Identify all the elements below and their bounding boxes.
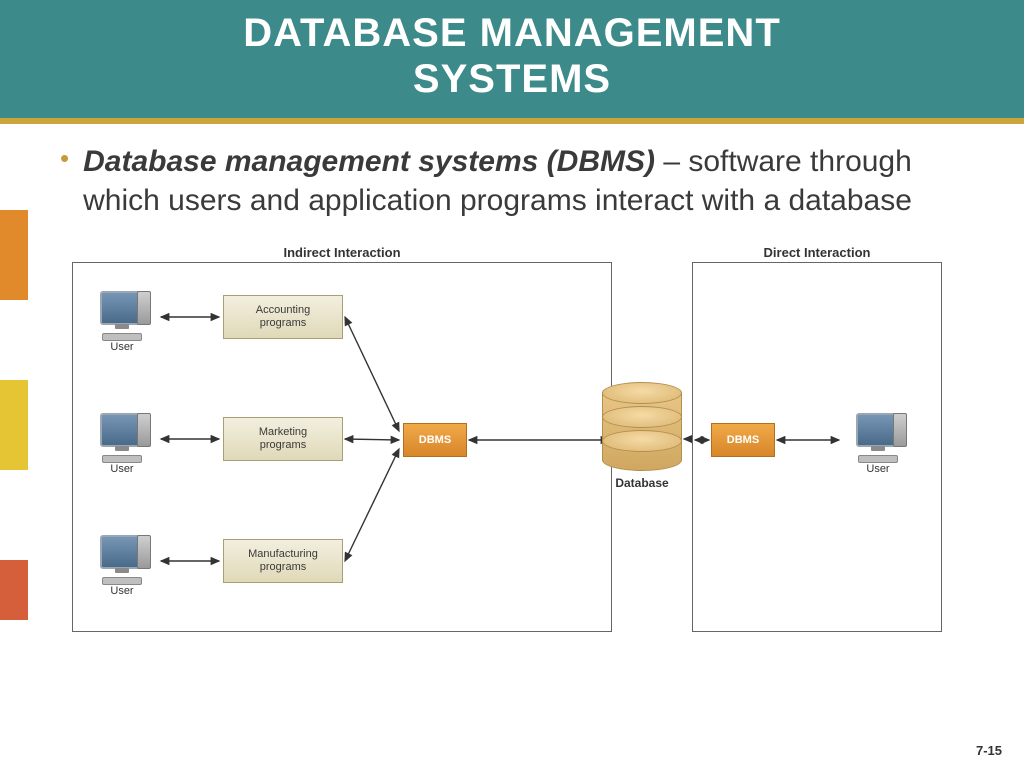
computer-icon	[843, 413, 913, 461]
user-label-2: User	[87, 463, 157, 475]
title-line-2: SYSTEMS	[413, 57, 611, 101]
database-cylinder: Database	[602, 382, 682, 490]
accounting-label: Accounting programs	[256, 304, 310, 330]
database-label: Database	[602, 476, 682, 490]
computer-icon	[87, 291, 157, 339]
dbms-label-right: DBMS	[727, 434, 759, 446]
direct-panel-title: Direct Interaction	[764, 245, 871, 260]
computer-icon	[87, 535, 157, 583]
dbms-box-left: DBMS	[403, 423, 467, 457]
bullet-dash: –	[655, 145, 688, 178]
manufacturing-programs-box: Manufacturing programs	[223, 539, 343, 583]
computer-icon	[87, 413, 157, 461]
accent-bar-red	[0, 560, 28, 620]
page-number: 7-15	[976, 743, 1002, 758]
bullet-list: • Database management systems (DBMS) – s…	[0, 124, 1024, 220]
bullet-item: • Database management systems (DBMS) – s…	[60, 142, 994, 220]
slide-title: DATABASE MANAGEMENT SYSTEMS	[0, 10, 1024, 102]
user-label-direct: User	[843, 463, 913, 475]
accent-bar-yellow	[0, 380, 28, 470]
dbms-box-right: DBMS	[711, 423, 775, 457]
bullet-term: Database management systems (DBMS)	[83, 145, 655, 178]
user-computer-1: User	[87, 291, 157, 353]
indirect-panel-title: Indirect Interaction	[283, 245, 400, 260]
dbms-diagram: Indirect Interaction User User User Acco…	[72, 242, 952, 642]
cylinder-icon	[602, 382, 682, 472]
direct-interaction-panel: Direct Interaction DBMS User	[692, 262, 942, 632]
user-computer-direct: User	[843, 413, 913, 475]
slide-header: DATABASE MANAGEMENT SYSTEMS	[0, 0, 1024, 124]
title-line-1: DATABASE MANAGEMENT	[243, 11, 781, 55]
user-computer-2: User	[87, 413, 157, 475]
dbms-label-left: DBMS	[419, 434, 451, 446]
user-label-3: User	[87, 585, 157, 597]
marketing-programs-box: Marketing programs	[223, 417, 343, 461]
indirect-interaction-panel: Indirect Interaction User User User Acco…	[72, 262, 612, 632]
bullet-text: Database management systems (DBMS) – sof…	[83, 142, 994, 220]
manufacturing-label: Manufacturing programs	[248, 548, 318, 574]
bullet-dot-icon: •	[60, 142, 69, 176]
user-label-1: User	[87, 341, 157, 353]
user-computer-3: User	[87, 535, 157, 597]
marketing-label: Marketing programs	[259, 426, 307, 452]
accounting-programs-box: Accounting programs	[223, 295, 343, 339]
accent-bar-orange	[0, 210, 28, 300]
